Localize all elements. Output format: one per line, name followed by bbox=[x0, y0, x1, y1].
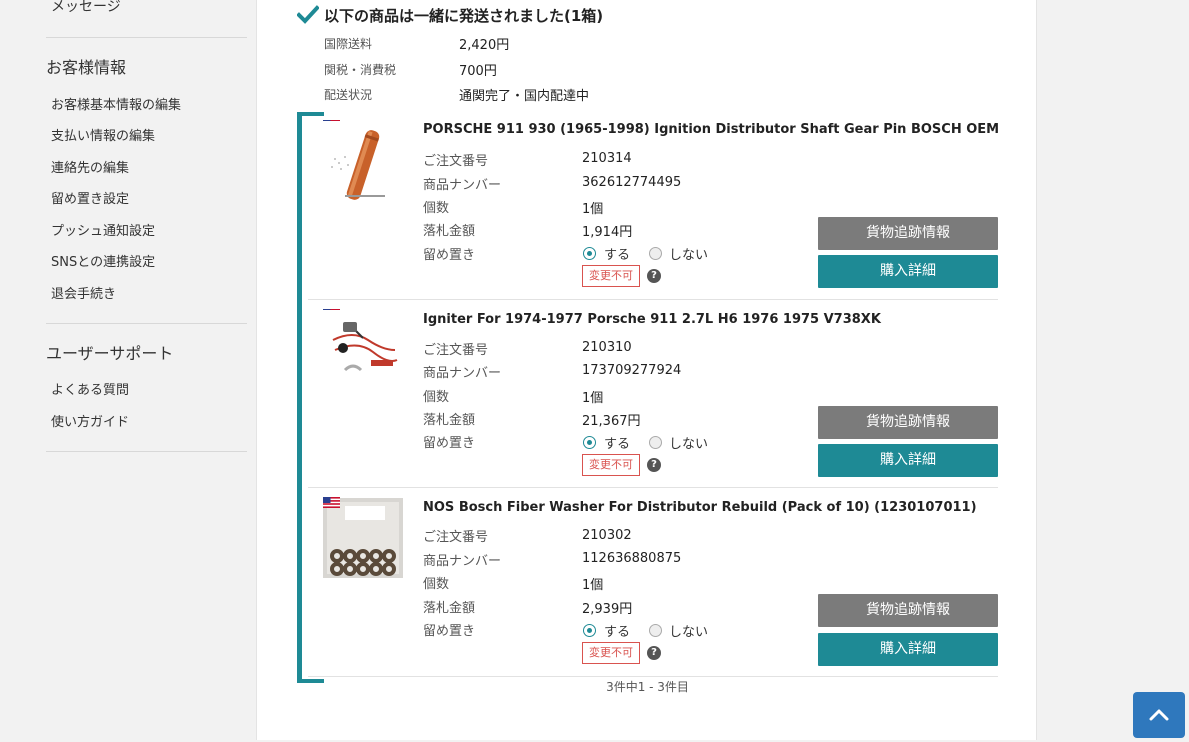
hold-label: 留め置き bbox=[423, 248, 476, 263]
price-value: 1,914円 bbox=[582, 225, 633, 240]
price-label: 落札金額 bbox=[423, 601, 476, 616]
item-no-value: 362612774495 bbox=[582, 175, 682, 190]
sidebar-divider bbox=[46, 451, 247, 452]
hold-no-label[interactable]: しない bbox=[669, 244, 708, 263]
shipment-panel: 以下の商品は一緒に発送されました(1箱) 国際送料 2,420円 関税・消費税 … bbox=[256, 0, 1037, 740]
price-label: 落札金額 bbox=[423, 224, 476, 239]
sidebar-link-payment[interactable]: 支払い情報の編集 bbox=[51, 125, 155, 144]
sidebar: メッセージ お客様情報 お客様基本情報の編集 支払い情報の編集 連絡先の編集 留… bbox=[0, 0, 256, 740]
qty-value: 1個 bbox=[582, 391, 604, 406]
locked-badge: 変更不可 bbox=[582, 454, 640, 476]
question-icon[interactable]: ? bbox=[647, 269, 661, 283]
order-no-value: 210302 bbox=[582, 528, 632, 543]
order-no-value: 210314 bbox=[582, 151, 632, 166]
hold-no-label[interactable]: しない bbox=[669, 621, 708, 640]
sidebar-link-faq[interactable]: よくある質問 bbox=[51, 379, 129, 398]
sidebar-divider bbox=[46, 37, 247, 38]
price-label: 落札金額 bbox=[423, 413, 476, 428]
purchase-detail-button[interactable]: 購入詳細 bbox=[818, 633, 998, 666]
item-title[interactable]: NOS Bosch Fiber Washer For Distributor R… bbox=[423, 500, 977, 515]
order-no-label: ご注文番号 bbox=[423, 154, 489, 169]
hold-yes-label[interactable]: する bbox=[604, 244, 630, 263]
price-value: 21,367円 bbox=[582, 414, 641, 429]
product-thumbnail[interactable] bbox=[323, 498, 403, 578]
qty-label: 個数 bbox=[423, 201, 450, 216]
hold-no-label[interactable]: しない bbox=[669, 433, 708, 452]
sidebar-link-push[interactable]: プッシュ通知設定 bbox=[51, 220, 155, 239]
sidebar-link-messages[interactable]: メッセージ bbox=[51, 0, 121, 16]
product-thumbnail[interactable] bbox=[323, 121, 403, 201]
order-no-value: 210310 bbox=[582, 340, 632, 355]
hold-no-radio[interactable] bbox=[649, 436, 662, 449]
shipment-title: 以下の商品は一緒に発送されました(1箱) bbox=[324, 7, 604, 25]
price-value: 2,939円 bbox=[582, 602, 633, 617]
sidebar-link-guide[interactable]: 使い方ガイド bbox=[51, 411, 129, 430]
item-title[interactable]: PORSCHE 911 930 (1965-1998) Ignition Dis… bbox=[423, 122, 999, 137]
hold-yes-radio[interactable] bbox=[583, 436, 596, 449]
sidebar-heading-customer: お客様情報 bbox=[46, 58, 127, 77]
summary-label-shipping: 国際送料 bbox=[324, 37, 373, 51]
locked-badge: 変更不可 bbox=[582, 642, 640, 664]
check-icon bbox=[297, 5, 319, 24]
item-no-value: 173709277924 bbox=[582, 363, 682, 378]
sidebar-link-basic-info[interactable]: お客様基本情報の編集 bbox=[51, 94, 181, 113]
sidebar-link-withdraw[interactable]: 退会手続き bbox=[51, 283, 116, 302]
hold-label: 留め置き bbox=[423, 436, 476, 451]
list-item: Igniter For 1974-1977 Porsche 911 2.7L H… bbox=[308, 300, 998, 488]
chevron-up-icon bbox=[1149, 709, 1169, 721]
question-icon[interactable]: ? bbox=[647, 458, 661, 472]
hold-yes-radio[interactable] bbox=[583, 624, 596, 637]
scroll-top-button[interactable] bbox=[1133, 692, 1185, 738]
hold-yes-label[interactable]: する bbox=[604, 433, 630, 452]
product-thumbnail[interactable] bbox=[323, 310, 403, 390]
sidebar-heading-support: ユーザーサポート bbox=[46, 344, 174, 363]
item-no-label: 商品ナンバー bbox=[423, 366, 502, 381]
hold-label: 留め置き bbox=[423, 624, 476, 639]
order-no-label: ご注文番号 bbox=[423, 343, 489, 358]
summary-value-status: 通関完了・国内配達中 bbox=[459, 89, 590, 104]
item-no-label: 商品ナンバー bbox=[423, 178, 502, 193]
tracking-button[interactable]: 貨物追跡情報 bbox=[818, 594, 998, 627]
qty-value: 1個 bbox=[582, 578, 604, 593]
summary-label-tax: 関税・消費税 bbox=[324, 63, 397, 77]
qty-value: 1個 bbox=[582, 202, 604, 217]
item-no-label: 商品ナンバー bbox=[423, 554, 502, 569]
hold-yes-radio[interactable] bbox=[583, 247, 596, 260]
summary-value-shipping: 2,420円 bbox=[459, 38, 510, 53]
question-icon[interactable]: ? bbox=[647, 646, 661, 660]
sidebar-link-hold-settings[interactable]: 留め置き設定 bbox=[51, 188, 129, 207]
us-flag-icon bbox=[323, 497, 340, 508]
qty-label: 個数 bbox=[423, 390, 450, 405]
hold-no-radio[interactable] bbox=[649, 624, 662, 637]
tracking-button[interactable]: 貨物追跡情報 bbox=[818, 406, 998, 439]
list-item: PORSCHE 911 930 (1965-1998) Ignition Dis… bbox=[308, 111, 999, 299]
summary-label-status: 配送状況 bbox=[324, 88, 373, 102]
purchase-detail-button[interactable]: 購入詳細 bbox=[818, 444, 998, 477]
sidebar-link-contact[interactable]: 連絡先の編集 bbox=[51, 157, 129, 176]
pagination-status: 3件中1 - 3件目 bbox=[606, 680, 689, 694]
sidebar-link-sns[interactable]: SNSとの連携設定 bbox=[51, 251, 155, 270]
item-title[interactable]: Igniter For 1974-1977 Porsche 911 2.7L H… bbox=[423, 312, 881, 327]
order-no-label: ご注文番号 bbox=[423, 530, 489, 545]
tracking-button[interactable]: 貨物追跡情報 bbox=[818, 217, 998, 250]
hold-yes-label[interactable]: する bbox=[604, 621, 630, 640]
list-item: NOS Bosch Fiber Washer For Distributor R… bbox=[308, 488, 998, 676]
hold-no-radio[interactable] bbox=[649, 247, 662, 260]
qty-label: 個数 bbox=[423, 577, 450, 592]
summary-value-tax: 700円 bbox=[459, 64, 497, 79]
item-divider bbox=[308, 676, 998, 677]
item-no-value: 112636880875 bbox=[582, 551, 682, 566]
sidebar-divider bbox=[46, 323, 247, 324]
purchase-detail-button[interactable]: 購入詳細 bbox=[818, 255, 998, 288]
locked-badge: 変更不可 bbox=[582, 265, 640, 287]
